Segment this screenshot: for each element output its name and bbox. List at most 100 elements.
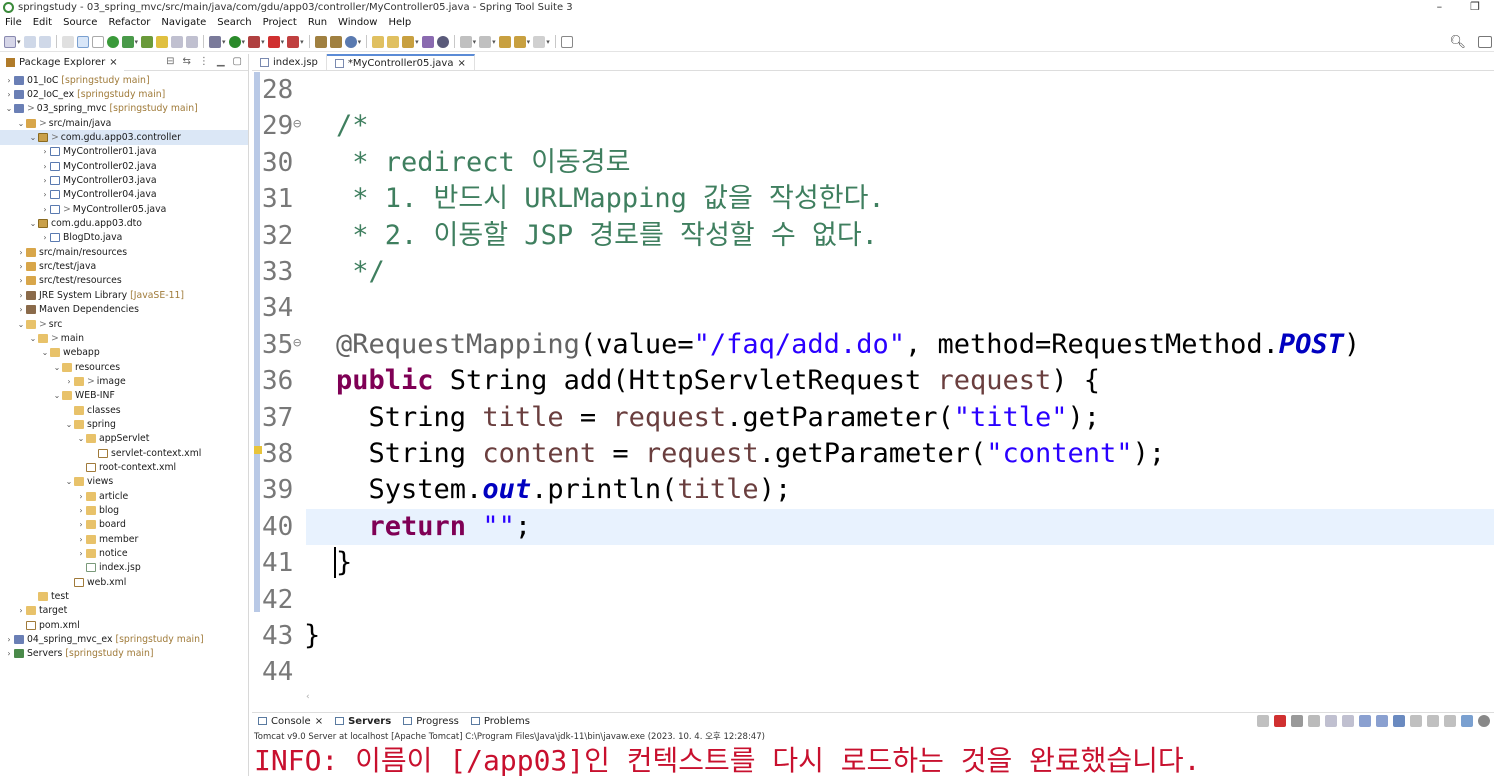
tree-item[interactable]: ⌄ > src [0,317,248,331]
tab-progress[interactable]: Progress [397,716,465,727]
chevron-right-icon[interactable]: › [40,176,50,185]
save-icon[interactable] [23,35,36,48]
chevron-right-icon[interactable]: › [40,162,50,171]
menu-edit[interactable]: Edit [28,17,58,28]
toggle-mark-icon[interactable] [156,35,169,48]
chevron-down-icon[interactable]: ⌄ [16,320,26,329]
menu-navigate[interactable]: Navigate [156,17,212,28]
chevron-down-icon[interactable]: ⌄ [76,434,86,443]
code-line[interactable]: 34 [252,290,1494,326]
tree-item[interactable]: › member [0,532,248,546]
collapse-all-icon[interactable]: ⊟ [166,56,174,67]
code-line[interactable]: 43} [252,618,1494,654]
open-task-icon[interactable] [171,35,184,48]
menu-source[interactable]: Source [58,17,103,28]
tree-item[interactable]: › Maven Dependencies [0,303,248,317]
tree-item[interactable]: pom.xml [0,618,248,632]
chevron-down-icon[interactable]: ⌄ [52,363,62,372]
refresh-icon[interactable] [121,35,134,48]
open-type-icon[interactable] [141,35,154,48]
code-line[interactable]: 36 public String add(HttpServletRequest r… [252,363,1494,399]
tree-item[interactable]: ⌄ spring [0,417,248,431]
chevron-down-icon[interactable]: ⌄ [28,219,38,228]
chevron-right-icon[interactable]: › [16,276,26,285]
tree-item[interactable]: ⌄ > src/main/java [0,116,248,130]
run-icon[interactable] [228,35,241,48]
tree-item[interactable]: › MyController01.java [0,145,248,159]
chevron-right-icon[interactable]: › [16,305,26,314]
menu-search[interactable]: Search [212,17,257,28]
tree-item[interactable]: › MyController02.java [0,159,248,173]
chevron-down-icon[interactable]: ⌄ [16,119,26,128]
chevron-right-icon[interactable]: › [76,535,86,544]
menu-window[interactable]: Window [333,17,383,28]
chevron-right-icon[interactable]: › [4,76,14,85]
tree-item[interactable]: › MyController04.java [0,188,248,202]
chevron-right-icon[interactable]: › [4,635,14,644]
globe-icon[interactable] [436,35,449,48]
search-icon[interactable]: 🔍︎ [1449,35,1466,50]
fold-toggle-icon[interactable]: ⊖ [293,325,301,361]
tree-item[interactable]: ⌄ WEB-INF [0,389,248,403]
spring-boot-icon[interactable] [106,35,119,48]
chevron-right-icon[interactable]: › [76,549,86,558]
tree-item[interactable]: ⌄ >03_spring_mvc [springstudy main] [0,102,248,116]
menu-refactor[interactable]: Refactor [103,17,156,28]
code-line[interactable]: 42 [252,582,1494,618]
tree-item[interactable]: › > image [0,374,248,388]
debug-icon[interactable] [91,35,104,48]
external-tools-icon[interactable] [248,35,261,48]
chevron-right-icon[interactable]: › [16,606,26,615]
minimize-console-icon[interactable] [1461,715,1473,727]
link-editor-icon[interactable]: ⇆ [182,56,190,67]
chevron-right-icon[interactable]: › [40,190,50,199]
chevron-down-icon[interactable]: ⌄ [52,391,62,400]
save-all-icon[interactable] [38,35,51,48]
console-remove-all-icon[interactable] [1308,715,1320,727]
chevron-right-icon[interactable]: › [76,506,86,515]
open-file-icon[interactable] [387,35,400,48]
chevron-down-icon[interactable]: ⌄ [28,133,38,142]
tree-item[interactable]: › > MyController05.java [0,202,248,216]
annotation-icon[interactable] [421,35,434,48]
new-icon[interactable] [4,35,16,48]
chevron-right-icon[interactable]: › [16,248,26,257]
warning-marker-icon[interactable] [254,446,262,454]
new-package-icon[interactable] [329,35,342,48]
code-line[interactable]: 32 * 2. 이동할 JSP 경로를 작성할 수 없다. [252,218,1494,254]
menu-project[interactable]: Project [258,17,303,28]
console-restart-icon[interactable] [1257,715,1269,727]
tree-item[interactable]: › notice [0,546,248,560]
tree-item[interactable]: index.jsp [0,561,248,575]
tree-item[interactable]: ⌄ com.gdu.app03.dto [0,216,248,230]
fold-toggle-icon[interactable]: ⊖ [293,106,301,142]
package-explorer-tab[interactable]: Package Explorer × [0,53,124,71]
tree-item[interactable]: servlet-context.xml [0,446,248,460]
code-line[interactable]: 33 */ [252,254,1494,290]
tree-item[interactable]: › blog [0,503,248,517]
settings-icon[interactable] [1478,715,1490,727]
stop-icon[interactable] [267,35,280,48]
show-on-stdout-icon[interactable] [1359,715,1371,727]
code-line[interactable]: 40 return ""; [252,508,1494,546]
show-on-stderr-icon[interactable] [1376,715,1388,727]
scroll-lock-icon[interactable] [1325,715,1337,727]
display-console-icon[interactable] [1410,715,1422,727]
minimize-button[interactable]: – [1437,0,1443,13]
console-view-menu-icon[interactable] [1444,715,1456,727]
tree-item[interactable]: › MyController03.java [0,173,248,187]
open-console-icon[interactable] [1427,715,1439,727]
chevron-right-icon[interactable]: › [16,262,26,271]
tree-item[interactable]: › 04_spring_mvc_ex [springstudy main] [0,632,248,646]
chevron-right-icon[interactable]: › [40,233,50,242]
tree-item[interactable]: ⌄ webapp [0,346,248,360]
tree-item[interactable]: ⌄ > main [0,331,248,345]
chevron-down-icon[interactable]: ⌄ [28,334,38,343]
chevron-down-icon[interactable]: ⌄ [64,477,74,486]
chevron-down-icon[interactable]: ⌄ [64,420,74,429]
relaunch-icon[interactable] [287,35,300,48]
new-class-icon[interactable] [344,35,357,48]
code-line[interactable]: 31 * 1. 반드시 URLMapping 값을 작성한다. [252,181,1494,217]
code-line[interactable]: 39 System.out.println(title); [252,472,1494,508]
code-line[interactable]: 30 * redirect 이동경로 [252,145,1494,181]
